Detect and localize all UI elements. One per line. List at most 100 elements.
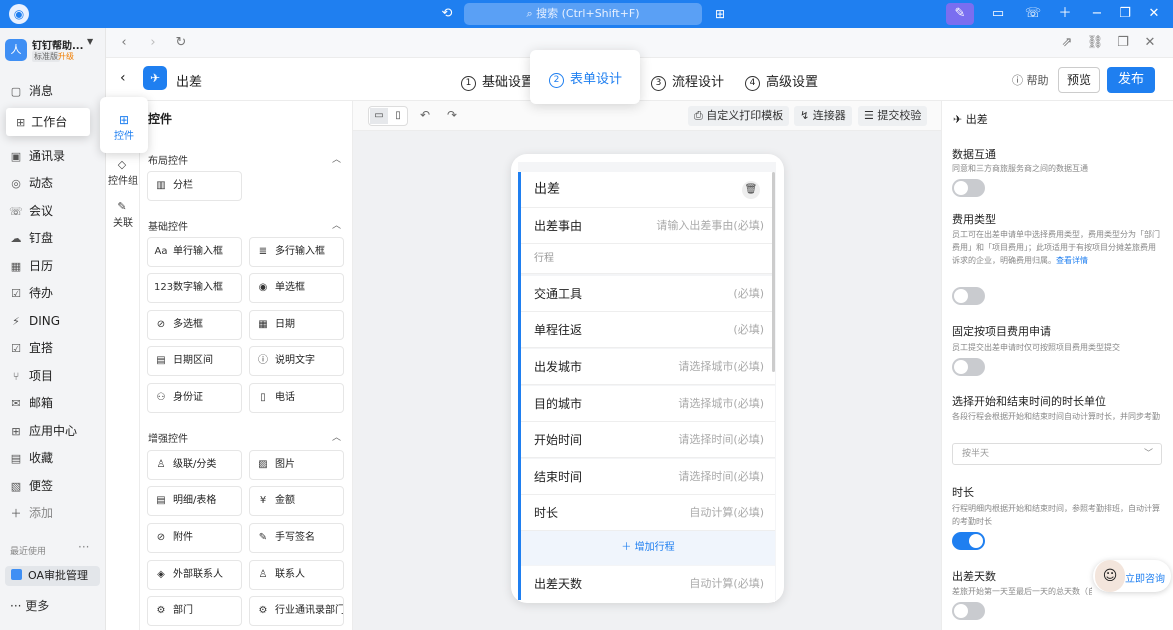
ai-icon[interactable]: ✎ [946,3,974,25]
sidebar-more[interactable]: ··· 更多 [10,597,49,614]
control-department[interactable]: ⚙ 部门 [147,596,242,626]
apps-grid-icon[interactable]: ⊞ [711,5,729,23]
rail-control-groups[interactable]: 控件组 [106,172,140,187]
form-field-start-time[interactable]: 开始时间 请选择时间(必填) [521,422,775,458]
redo-icon[interactable]: ↷ [447,108,457,122]
new-window-icon[interactable]: ❐ [1114,34,1132,52]
publish-button[interactable]: 发布 [1107,67,1155,93]
control-number[interactable]: 123数字输入框 [147,273,242,303]
control-cascade[interactable]: ♙ 级联/分类 [147,450,242,480]
control-info-text[interactable]: ⓘ 说明文字 [249,346,344,376]
collapse-icon[interactable]: ︿ [332,218,341,231]
sidebar-item-yida[interactable]: ☑ 宜搭 [8,337,100,359]
sidebar-item-calendar[interactable]: ▦ 日历 [8,255,100,277]
control-image[interactable]: ▨ 图片 [249,450,344,480]
history-icon[interactable]: ⟲ [438,5,456,23]
control-phone[interactable]: ▯ 电话 [249,383,344,413]
step-basic-settings[interactable]: 1 基础设置 [461,71,534,91]
forward-icon[interactable]: › [144,34,162,52]
sidebar-item-add[interactable]: ＋添加 [8,502,100,524]
link-icon[interactable]: ⛓ [1086,34,1104,52]
control-contact[interactable]: ♙ 联系人 [249,560,344,590]
minimize-icon[interactable]: − [1083,3,1111,25]
toggle-fixed-project[interactable] [952,358,985,376]
more-dots-icon[interactable]: ··· [78,540,89,554]
sidebar-item-workbench[interactable]: ⊞ 工作台 [6,108,90,136]
sidebar-item-project[interactable]: ⑂ 项目 [8,365,100,387]
control-multi-line[interactable]: ≣ 多行输入框 [249,237,344,267]
global-search-input[interactable]: ⌕ 搜索 (Ctrl+Shift+F) [464,3,702,25]
sidebar-item-note[interactable]: ▧ 便签 [8,475,100,497]
sidebar-item-meeting[interactable]: ☏ 会议 [8,200,100,222]
form-field-trip-type[interactable]: 单程往返 (必填) [521,312,775,348]
sidebar-item-moments[interactable]: ◎ 动态 [8,172,100,194]
share-icon[interactable]: ⇗ [1058,34,1076,52]
control-external-contact[interactable]: ◈ 外部联系人 [147,560,242,590]
phone-icon[interactable]: ☏ [1019,3,1047,25]
mobile-view-icon[interactable]: ▯ [389,108,407,124]
control-money[interactable]: ¥ 金额 [249,486,344,516]
plus-icon[interactable]: ＋ [1051,3,1079,25]
undo-icon[interactable]: ↶ [420,108,430,122]
form-field-title[interactable]: 出差 🗑 [521,172,775,208]
control-checkbox[interactable]: ⊘ 多选框 [147,310,242,340]
form-field-transport[interactable]: 交通工具 (必填) [521,276,775,312]
form-field-trip-days[interactable]: 出差天数 自动计算(必填) [521,566,775,602]
submit-check-button[interactable]: ☰ 提交校验 [858,106,928,126]
close-icon[interactable]: ✕ [1140,3,1168,25]
control-group-icon[interactable]: ◇ [110,158,134,171]
control-radio[interactable]: ◉ 单选框 [249,273,344,303]
control-date[interactable]: ▦ 日期 [249,310,344,340]
close-page-icon[interactable]: ✕ [1141,34,1159,52]
trash-icon[interactable]: 🗑 [742,181,760,199]
form-field-duration[interactable]: 时长 自动计算(必填) [521,495,775,531]
relation-icon[interactable]: ✎ [110,200,134,213]
consult-label[interactable]: 立即咨询 [1125,570,1165,585]
back-arrow-icon[interactable]: ‹ [120,70,126,86]
back-icon[interactable]: ‹ [115,34,133,52]
sidebar-item-mail[interactable]: ✉ 邮箱 [8,392,100,414]
collapse-icon[interactable]: ︿ [332,152,341,165]
sidebar-item-todo[interactable]: ☑ 待办 [8,282,100,304]
preview-scrollbar[interactable] [772,172,775,372]
toggle-cost-type[interactable] [952,287,985,305]
form-field-end-time[interactable]: 结束时间 请选择时间(必填) [521,459,775,495]
preview-button[interactable]: 预览 [1058,67,1100,93]
collapse-icon[interactable]: ︿ [332,430,341,443]
rail-relation[interactable]: 关联 [106,214,140,229]
toggle-trip-days[interactable] [952,602,985,620]
upgrade-link[interactable]: 升级 [58,51,74,62]
control-industry-dept[interactable]: ⚙ 行业通讯录部门 [249,596,344,626]
form-field-depart-city[interactable]: 出发城市 请选择城市(必填) [521,349,775,385]
sidebar-item-app-center[interactable]: ⊞ 应用中心 [8,420,100,442]
sidebar-item-messages[interactable]: ▢ 消息 [8,80,100,102]
restore-icon[interactable]: ❐ [1111,3,1139,25]
refresh-icon[interactable]: ↻ [172,34,190,52]
control-signature[interactable]: ✎ 手写签名 [249,523,344,553]
add-trip-button[interactable]: ＋ 增加行程 [521,531,775,565]
print-template-button[interactable]: ⎙ 自定义打印模板 [688,106,790,126]
sidebar-item-favorite[interactable]: ▤ 收藏 [8,447,100,469]
sidebar-item-cloud[interactable]: ☁ 钉盘 [8,227,100,249]
toggle-data-sync[interactable] [952,179,985,197]
form-field-reason[interactable]: 出差事由 请输入出差事由(必填) [521,208,775,244]
help-link[interactable]: ⓘ 帮助 [1012,72,1049,88]
control-columns[interactable]: ▥ 分栏 [147,171,242,201]
step-flow-design[interactable]: 3 流程设计 [651,71,724,91]
step-advanced-settings[interactable]: 4 高级设置 [745,71,818,91]
duration-unit-select[interactable]: 按半天 ﹀ [952,443,1162,465]
connector-button[interactable]: ↯ 连接器 [794,106,852,126]
form-field-dest-city[interactable]: 目的城市 请选择城市(必填) [521,386,775,422]
view-details-link[interactable]: 查看详情 [1056,256,1088,265]
sidebar-item-ding[interactable]: ⚡ DING [8,310,100,332]
desktop-view-icon[interactable]: ▭ [370,108,388,124]
screen-icon[interactable]: ▭ [984,3,1012,25]
control-single-line[interactable]: Aa 单行输入框 [147,237,242,267]
org-switcher[interactable]: 人 钉钉帮助... ▼ 标准版 升级 [5,37,101,65]
control-table[interactable]: ▤ 明细/表格 [147,486,242,516]
control-date-range[interactable]: ▤ 日期区间 [147,346,242,376]
recent-app-oa[interactable]: OA审批管理 [5,566,100,586]
sidebar-item-contacts[interactable]: ▣ 通讯录 [8,145,100,167]
toggle-duration[interactable] [952,532,985,550]
control-id-card[interactable]: ⚇ 身份证 [147,383,242,413]
